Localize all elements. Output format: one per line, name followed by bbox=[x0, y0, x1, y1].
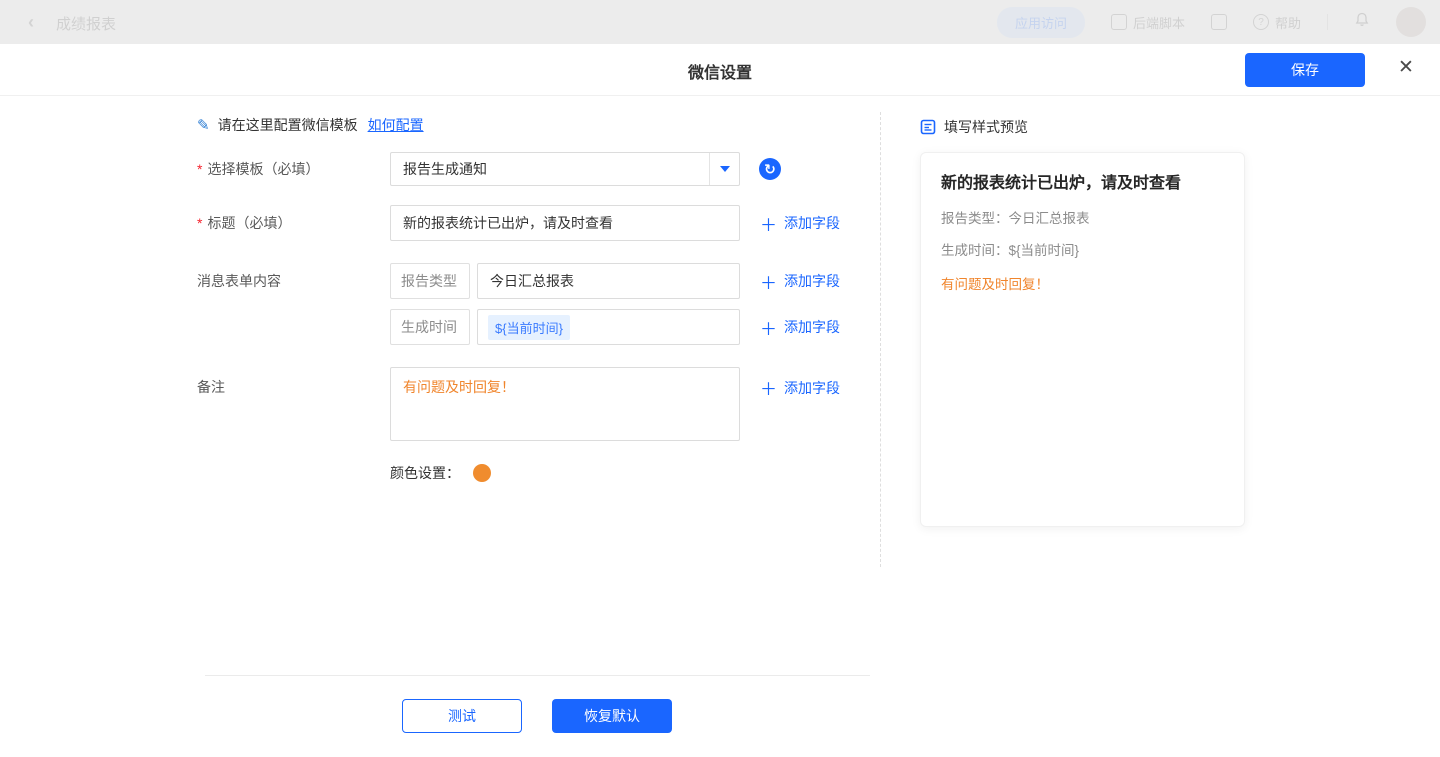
preview-note: 有问题及时回复！ bbox=[941, 273, 1224, 293]
field-key-input[interactable] bbox=[390, 309, 470, 345]
title-input[interactable] bbox=[390, 205, 740, 241]
refresh-button[interactable]: ↻ bbox=[759, 158, 781, 180]
template-select[interactable]: 报告生成通知 bbox=[390, 152, 740, 186]
template-select-value: 报告生成通知 bbox=[391, 159, 709, 179]
test-button[interactable]: 测试 bbox=[402, 699, 522, 733]
preview-card: 新的报表统计已出炉，请及时查看 报告类型：今日汇总报表 生成时间：${当前时间}… bbox=[920, 152, 1245, 527]
back-icon[interactable]: ‹ bbox=[28, 12, 34, 33]
plus-icon: ＋ bbox=[760, 211, 777, 236]
document-icon bbox=[920, 119, 936, 135]
variable-tag[interactable]: ${当前时间} bbox=[488, 315, 570, 340]
footer-divider bbox=[205, 675, 870, 676]
field-key-input[interactable] bbox=[390, 263, 470, 299]
bell-icon[interactable] bbox=[1354, 12, 1370, 32]
report-page-title: 成绩报表 bbox=[56, 13, 116, 34]
field-value-input[interactable] bbox=[477, 263, 740, 299]
required-mark: * bbox=[197, 215, 202, 231]
add-field-button[interactable]: ＋ 添加字段 bbox=[760, 315, 840, 340]
preview-line: 生成时间：${当前时间} bbox=[941, 239, 1224, 259]
script-icon bbox=[1111, 14, 1127, 30]
close-icon[interactable]: ✕ bbox=[1398, 56, 1414, 79]
preview-line: 报告类型：今日汇总报表 bbox=[941, 207, 1224, 227]
add-field-button[interactable]: ＋ 添加字段 bbox=[760, 211, 840, 236]
plus-icon: ＋ bbox=[760, 375, 777, 400]
add-field-button[interactable]: ＋ 添加字段 bbox=[760, 375, 840, 400]
top-navbar: ‹ 成绩报表 应用访问 后端脚本 ? 帮助 bbox=[0, 0, 1440, 44]
backend-script-button[interactable]: 后端脚本 bbox=[1111, 13, 1185, 32]
message-content-label: 消息表单内容 bbox=[197, 271, 390, 291]
add-field-button[interactable]: ＋ 添加字段 bbox=[760, 269, 840, 294]
plus-icon: ＋ bbox=[760, 269, 777, 294]
color-swatch[interactable] bbox=[473, 464, 491, 482]
modal-header: 微信设置 保存 ✕ bbox=[0, 44, 1440, 96]
color-setting-label: 颜色设置： bbox=[390, 463, 460, 483]
config-hint: ✎ 请在这里配置微信模板 如何配置 bbox=[197, 115, 424, 135]
color-setting-row: 颜色设置： bbox=[390, 463, 491, 483]
remark-textarea[interactable]: 有问题及时回复！ bbox=[390, 367, 740, 441]
template-label: *选择模板（必填） bbox=[197, 159, 390, 179]
title-label: *标题（必填） bbox=[197, 213, 390, 233]
wechat-settings-modal: 微信设置 保存 ✕ ✎ 请在这里配置微信模板 如何配置 *选择模板（必填） 报告… bbox=[0, 44, 1440, 757]
preview-header-text: 填写样式预览 bbox=[944, 117, 1028, 137]
restore-default-button[interactable]: 恢复默认 bbox=[552, 699, 672, 733]
required-mark: * bbox=[197, 161, 202, 177]
pencil-icon: ✎ bbox=[197, 116, 210, 134]
app-access-button[interactable]: 应用访问 bbox=[997, 7, 1085, 38]
preview-title: 新的报表统计已出炉，请及时查看 bbox=[941, 173, 1224, 195]
window-icon[interactable] bbox=[1211, 14, 1227, 30]
select-caret-area[interactable] bbox=[709, 153, 739, 185]
how-to-configure-link[interactable]: 如何配置 bbox=[368, 115, 424, 135]
help-button[interactable]: ? 帮助 bbox=[1253, 13, 1301, 32]
save-button[interactable]: 保存 bbox=[1245, 53, 1365, 87]
vertical-dashed-divider bbox=[880, 112, 881, 567]
field-value-input[interactable]: ${当前时间} bbox=[477, 309, 740, 345]
remark-label: 备注 bbox=[197, 367, 390, 397]
help-icon: ? bbox=[1253, 14, 1269, 30]
avatar[interactable] bbox=[1396, 7, 1426, 37]
config-hint-text: 请在这里配置微信模板 bbox=[218, 115, 358, 135]
topbar-divider bbox=[1327, 14, 1328, 30]
preview-header: 填写样式预览 bbox=[920, 117, 1028, 137]
modal-title: 微信设置 bbox=[0, 59, 1440, 83]
plus-icon: ＋ bbox=[760, 315, 777, 340]
chevron-down-icon bbox=[720, 166, 730, 172]
